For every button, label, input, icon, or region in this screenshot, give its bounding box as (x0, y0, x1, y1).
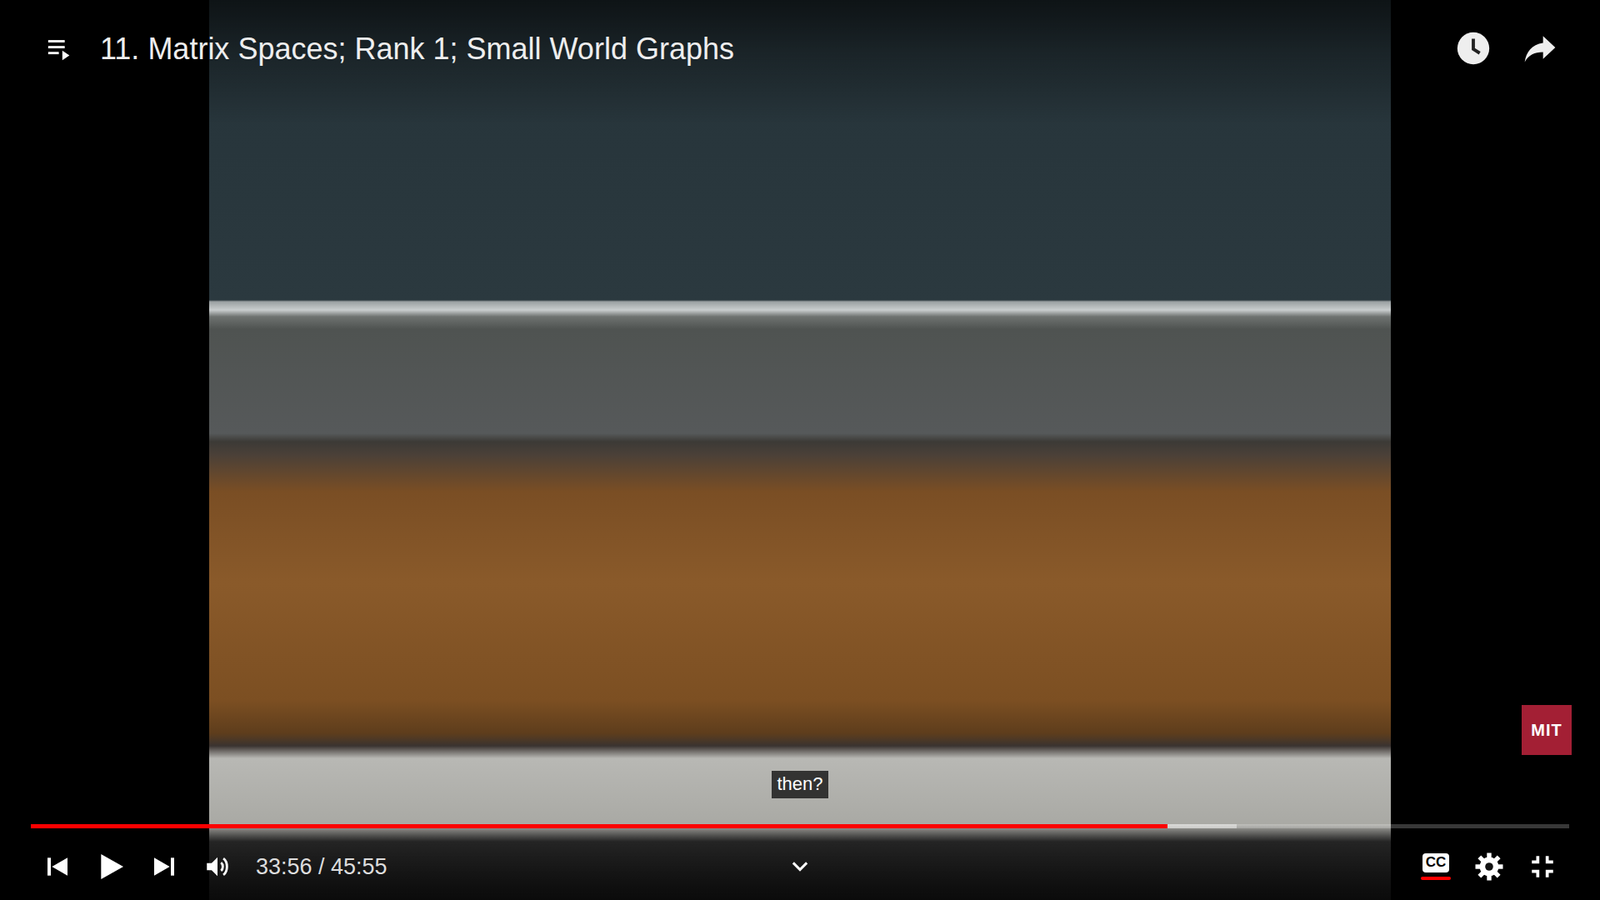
share-icon (1521, 30, 1559, 67)
captions-icon: CC (1420, 853, 1451, 880)
volume-icon (203, 852, 232, 881)
video-area (0, 0, 1600, 900)
top-bar: 11. Matrix Spaces; Rank 1; Small World G… (0, 0, 1600, 125)
captions-button[interactable]: CC (1409, 840, 1463, 894)
more-videos-icon (788, 855, 812, 879)
watch-later-icon (1454, 29, 1493, 68)
video-frame[interactable] (209, 0, 1391, 900)
video-title[interactable]: 11. Matrix Spaces; Rank 1; Small World G… (100, 30, 1434, 68)
previous-button[interactable] (30, 840, 85, 894)
exit-fullscreen-button[interactable] (1515, 840, 1570, 894)
controls-row: 33:56 / 45:55 CC (30, 840, 1570, 894)
caption-text: then? (771, 770, 828, 799)
play-button[interactable] (84, 840, 138, 894)
previous-icon (44, 853, 71, 880)
captions-on-indicator (1420, 876, 1451, 880)
right-controls: CC (826, 840, 1570, 894)
played-fill (30, 824, 1168, 829)
next-icon (150, 853, 178, 880)
caption-area: then? (0, 770, 1600, 799)
channel-watermark[interactable]: MIT (1521, 705, 1572, 755)
playlist-button[interactable] (33, 21, 87, 75)
settings-button[interactable] (1462, 840, 1516, 894)
play-icon (94, 850, 128, 884)
control-bar: 33:56 / 45:55 CC (0, 824, 1600, 900)
left-controls: 33:56 / 45:55 (30, 840, 774, 894)
playlist-icon (45, 34, 75, 63)
exit-fullscreen-icon (1528, 852, 1557, 881)
video-player[interactable]: 11. Matrix Spaces; Rank 1; Small World G… (0, 0, 1600, 900)
more-videos-button[interactable] (773, 840, 827, 894)
watch-later-button[interactable] (1446, 21, 1500, 75)
captions-label: CC (1422, 853, 1450, 872)
settings-icon (1474, 851, 1505, 882)
center-controls (773, 840, 827, 894)
next-button[interactable] (137, 840, 191, 894)
volume-button[interactable] (190, 840, 245, 894)
time-display: 33:56 / 45:55 (244, 850, 388, 885)
progress-track[interactable] (30, 824, 1570, 829)
share-button[interactable] (1513, 21, 1567, 75)
